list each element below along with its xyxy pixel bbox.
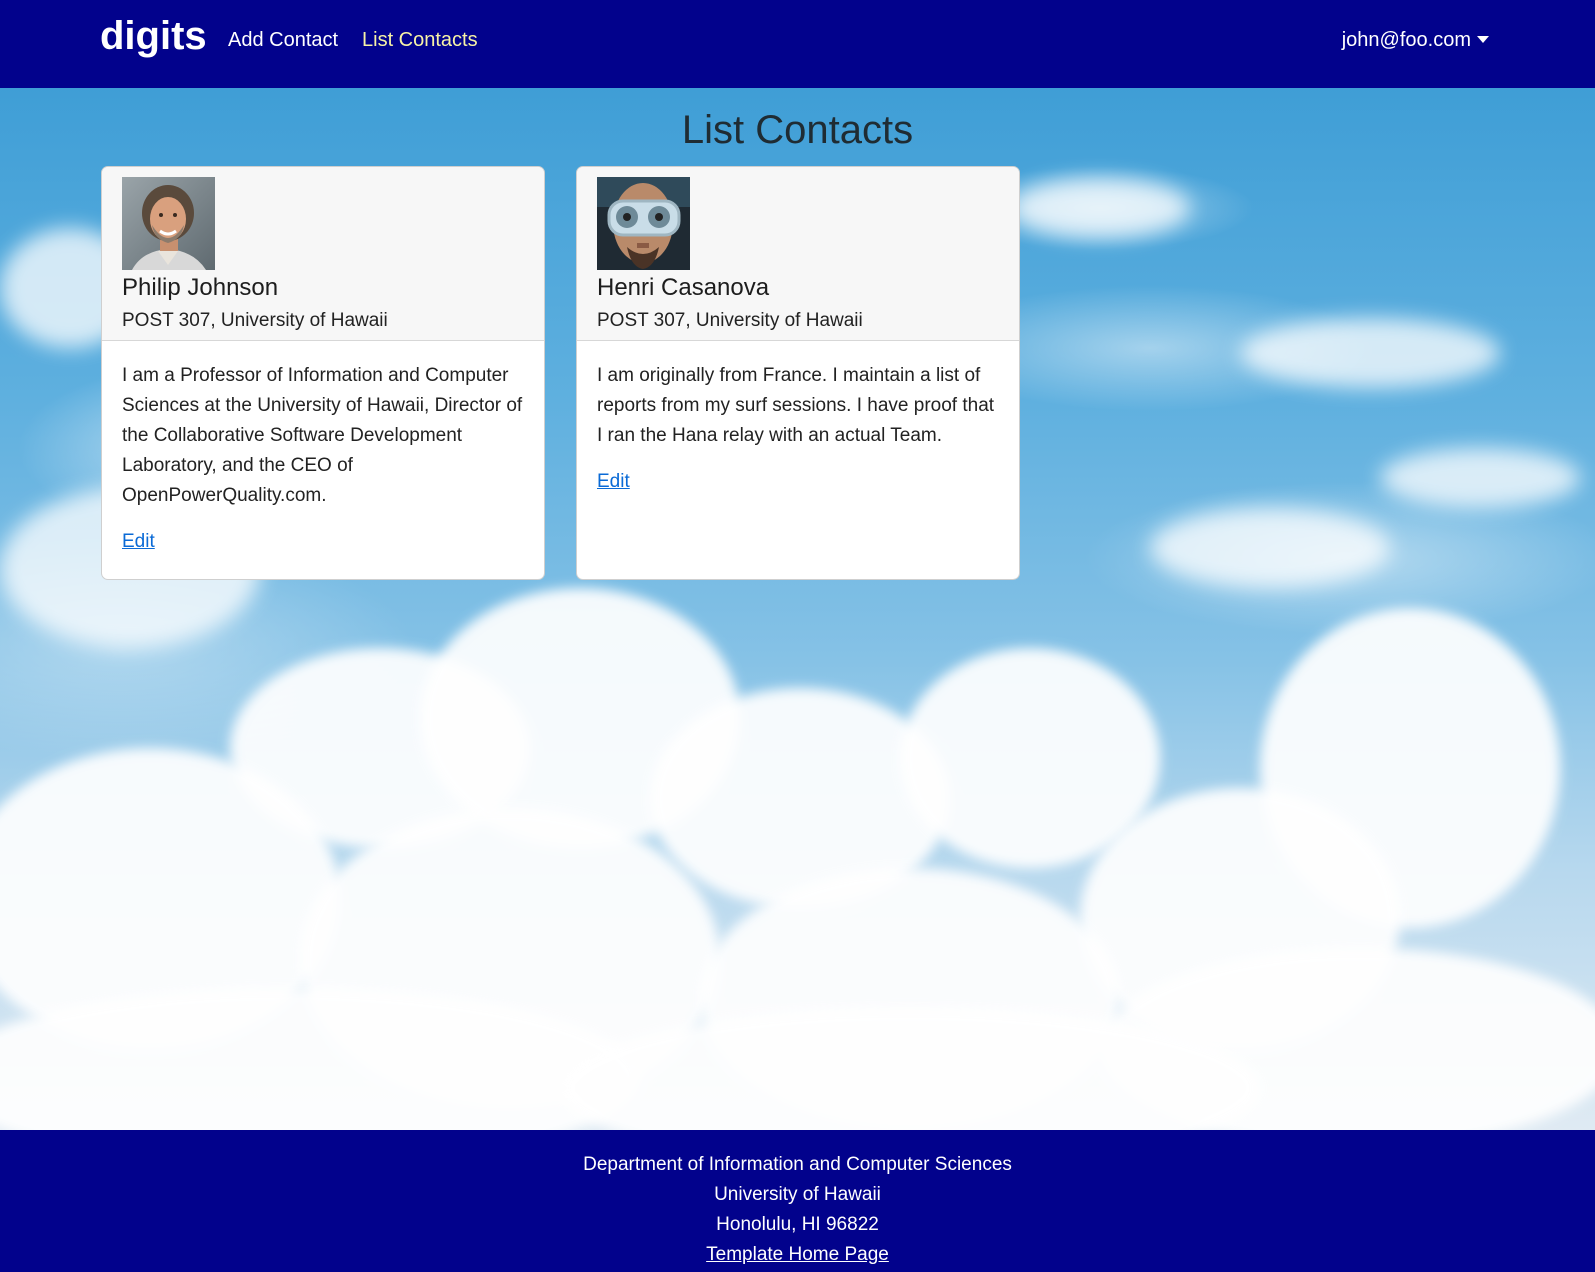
footer: Department of Information and Computer S… bbox=[0, 1130, 1595, 1272]
card-header: Philip Johnson POST 307, University of H… bbox=[102, 167, 544, 341]
card-body: I am originally from France. I maintain … bbox=[577, 341, 1019, 493]
card-body: I am a Professor of Information and Comp… bbox=[102, 341, 544, 553]
contact-address: POST 307, University of Hawaii bbox=[122, 310, 388, 331]
page-title: List Contacts bbox=[681, 108, 914, 152]
edit-link[interactable]: Edit bbox=[122, 531, 155, 553]
user-email: john@foo.com bbox=[1341, 29, 1471, 51]
avatar bbox=[597, 177, 690, 270]
footer-university: University of Hawaii bbox=[714, 1184, 881, 1205]
card-header: Henri Casanova POST 307, University of H… bbox=[577, 167, 1019, 341]
footer-department: Department of Information and Computer S… bbox=[583, 1154, 1012, 1175]
person-photo-icon bbox=[122, 177, 215, 270]
contact-address: POST 307, University of Hawaii bbox=[597, 310, 863, 331]
nav-list-contacts[interactable]: List Contacts bbox=[362, 29, 478, 52]
brand-logo[interactable]: digits bbox=[100, 14, 207, 59]
contact-name: Philip Johnson bbox=[122, 274, 279, 301]
page: digits Add Contact List Contacts john@fo… bbox=[0, 0, 1595, 1272]
contact-description: I am a Professor of Information and Comp… bbox=[122, 365, 523, 506]
footer-city: Honolulu, HI 96822 bbox=[716, 1214, 879, 1235]
avatar bbox=[122, 177, 215, 270]
edit-link[interactable]: Edit bbox=[597, 471, 630, 493]
nav-add-contact[interactable]: Add Contact bbox=[228, 29, 338, 52]
person-photo-goggles-icon bbox=[597, 177, 690, 270]
contact-card: Henri Casanova POST 307, University of H… bbox=[576, 166, 1020, 580]
top-navbar: digits Add Contact List Contacts john@fo… bbox=[0, 0, 1595, 88]
contact-name: Henri Casanova bbox=[597, 274, 770, 301]
template-home-link[interactable]: Template Home Page bbox=[706, 1244, 889, 1265]
user-dropdown[interactable]: john@foo.com bbox=[1342, 29, 1489, 52]
contact-description: I am originally from France. I maintain … bbox=[597, 365, 995, 446]
contact-card: Philip Johnson POST 307, University of H… bbox=[101, 166, 545, 580]
caret-down-icon bbox=[1477, 35, 1489, 43]
